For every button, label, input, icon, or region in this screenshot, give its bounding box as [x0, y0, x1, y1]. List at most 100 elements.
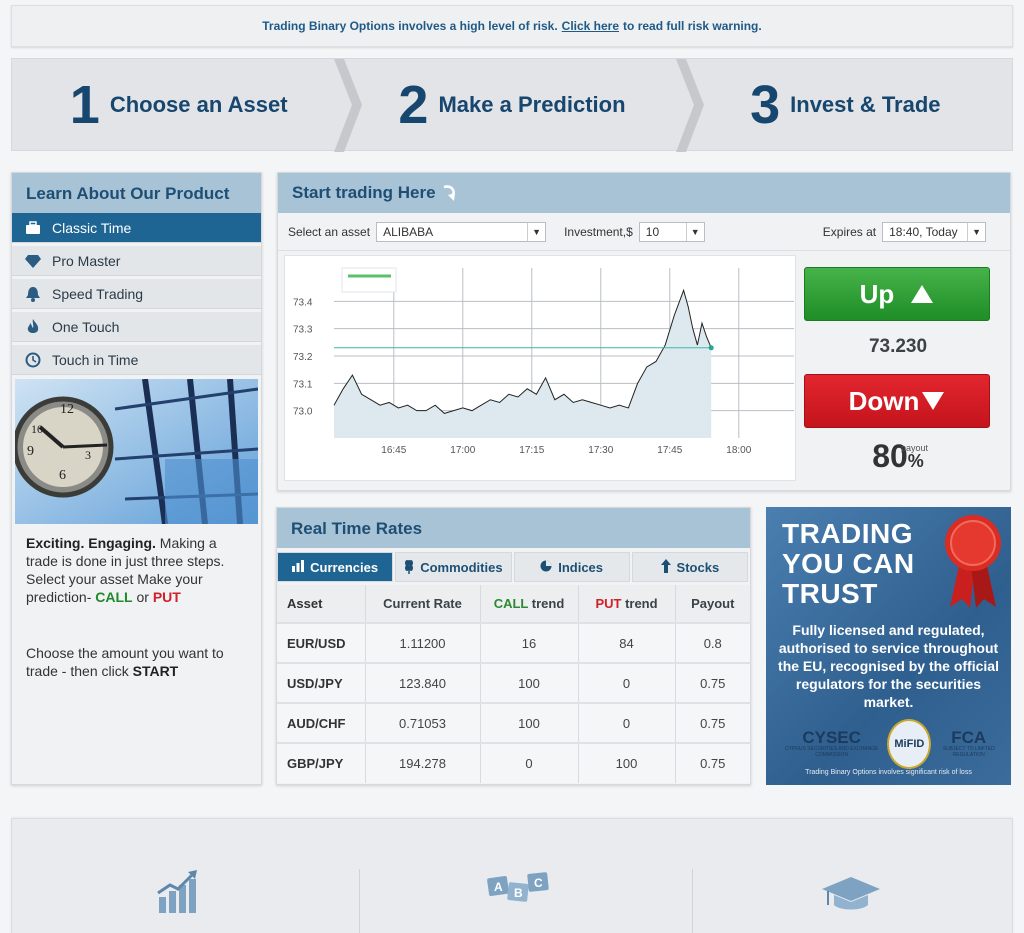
- cell-put-trend: 100: [578, 742, 676, 783]
- header-trend: trend: [531, 596, 565, 611]
- x-tick-label: 18:00: [726, 445, 751, 456]
- cell-payout: 0.75: [675, 702, 751, 743]
- table-row[interactable]: AUD/CHF 0.71053 100 0 0.75: [277, 702, 751, 743]
- tab-currencies[interactable]: Currencies: [277, 552, 394, 582]
- menu-item-pro-master[interactable]: Pro Master: [12, 246, 261, 276]
- start-label: START: [132, 663, 179, 679]
- growth-chart-icon: [157, 870, 197, 913]
- divider: [359, 869, 360, 933]
- menu-item-classic-time[interactable]: Classic Time: [12, 213, 261, 243]
- table-row[interactable]: EUR/USD 1.11200 16 84 0.8: [277, 622, 751, 663]
- risk-link[interactable]: Click here: [562, 19, 619, 33]
- y-tick-label: 73.2: [293, 352, 313, 363]
- tab-stocks[interactable]: Stocks: [631, 552, 748, 582]
- learn-bold-text: Exciting. Engaging.: [26, 535, 156, 551]
- table-row[interactable]: GBP/JPY 194.278 0 100 0.75: [277, 742, 751, 783]
- price-chart-svg: 73.4 73.3 73.2 73.1 73.0 16:45 17:00 17:15 17:30…: [293, 267, 794, 456]
- table-row[interactable]: USD/JPY 123.840 100 0 0.75: [277, 662, 751, 703]
- wheat-icon: [404, 558, 414, 577]
- header-call: CALL: [493, 596, 529, 611]
- bell-icon: [24, 285, 42, 303]
- y-tick-label: 73.4: [293, 297, 313, 308]
- trust-line-1: TRADING: [782, 518, 914, 549]
- expires-value: 18:40, Today: [889, 224, 958, 239]
- step-number: 2: [398, 74, 429, 135]
- steps-bar: 1 Choose an Asset 2 Make a Prediction 3 …: [11, 58, 1013, 152]
- cysec-logo: CYSEC CYPRUS SECURITIES AND EXCHANGE COM…: [776, 729, 887, 758]
- trust-line-3: TRUST: [782, 578, 878, 609]
- tab-commodities[interactable]: Commodities: [395, 552, 512, 582]
- trust-footer: Trading Binary Options involves signific…: [805, 769, 972, 776]
- risk-banner: Trading Binary Options involves a high l…: [11, 5, 1013, 47]
- x-tick-label: 16:45: [381, 445, 406, 456]
- tab-indices[interactable]: Indices: [513, 552, 630, 582]
- step-label: Invest & Trade: [790, 91, 941, 117]
- svg-text:B: B: [514, 886, 523, 900]
- trade-actions: Up 73.230 Down 80% payout: [804, 267, 992, 478]
- expires-label: Expires at: [822, 224, 877, 239]
- chevron-down-icon: ▼: [685, 222, 704, 241]
- fca-sub: SUBJECT TO LIMITED REGULATION: [942, 746, 995, 758]
- down-button[interactable]: Down: [804, 374, 990, 428]
- triangle-up-icon: [911, 285, 934, 303]
- asset-value: ALIBABA: [383, 224, 434, 239]
- briefcase-icon: [24, 219, 42, 237]
- up-label: Up: [859, 278, 895, 309]
- cell-asset: USD/JPY: [277, 662, 366, 703]
- legend-box: [341, 267, 397, 293]
- payout: 80% payout: [804, 438, 992, 478]
- header-put-trend: PUT trend: [578, 585, 676, 623]
- step-label: Choose an Asset: [109, 91, 288, 117]
- header-trend: trend: [625, 596, 658, 611]
- y-tick-label: 73.3: [293, 325, 313, 336]
- x-tick-label: 17:30: [588, 445, 613, 456]
- diamond-icon: [24, 252, 42, 270]
- divider: [692, 869, 693, 933]
- asset-label: Select an asset: [288, 224, 371, 239]
- cell-put-trend: 0: [578, 702, 676, 743]
- asset-select[interactable]: ALIBABA ▼: [376, 221, 547, 242]
- trust-heading: TRADING YOU CAN TRUST: [782, 519, 915, 609]
- investment-select[interactable]: 10 ▼: [638, 221, 705, 242]
- x-tick-label: 17:00: [450, 445, 475, 456]
- menu-item-one-touch[interactable]: One Touch: [12, 312, 261, 342]
- y-tick-label: 73.1: [293, 379, 313, 390]
- cell-payout: 0.75: [675, 742, 751, 783]
- risk-text-after: to read full risk warning.: [623, 19, 762, 33]
- risk-text: Trading Binary Options involves a high l…: [262, 19, 558, 33]
- menu-item-touch-in-time[interactable]: Touch in Time: [12, 345, 261, 375]
- rates-table: Asset Current Rate CALL trend PUT trend …: [277, 585, 751, 783]
- expires-select[interactable]: 18:40, Today ▼: [882, 221, 987, 242]
- cell-payout: 0.8: [675, 622, 751, 663]
- up-button[interactable]: Up: [804, 267, 990, 321]
- cell-asset: GBP/JPY: [277, 742, 366, 783]
- y-tick-label: 73.0: [293, 407, 313, 418]
- cell-call-trend: 100: [480, 662, 579, 703]
- award-ribbon-icon: [945, 515, 1001, 608]
- cell-rate: 194.278: [365, 742, 481, 783]
- graduation-cap-icon: [822, 877, 880, 910]
- svg-text:9: 9: [27, 444, 34, 459]
- current-point: [708, 345, 714, 351]
- current-rate: 73.230: [868, 336, 928, 357]
- trust-banner[interactable]: TRADING YOU CAN TRUST Fully licensed and…: [766, 507, 1011, 785]
- clock-icon: [24, 351, 42, 369]
- tab-label: Stocks: [676, 559, 720, 575]
- abc-blocks-icon: A B C: [487, 872, 549, 902]
- menu-item-speed-trading[interactable]: Speed Trading: [12, 279, 261, 309]
- payout-percent: %: [907, 451, 924, 471]
- chevron-divider-icon: [334, 59, 362, 152]
- step-2: 2 Make a Prediction: [345, 59, 678, 150]
- cell-rate: 1.11200: [365, 622, 481, 663]
- arrow-up-icon: [660, 558, 671, 576]
- step-number: 3: [750, 74, 781, 135]
- menu-label: One Touch: [52, 318, 120, 335]
- chevron-down-icon: ▼: [527, 222, 545, 241]
- rates-panel: Real Time Rates Currencies Commodities I…: [276, 507, 751, 785]
- header-rate: Current Rate: [365, 585, 481, 623]
- cell-call-trend: 16: [480, 622, 579, 663]
- call-label: CALL: [95, 589, 133, 605]
- chevron-down-icon: ▼: [967, 222, 985, 241]
- table-header-row: Asset Current Rate CALL trend PUT trend …: [277, 585, 751, 623]
- cell-payout: 0.75: [675, 662, 751, 703]
